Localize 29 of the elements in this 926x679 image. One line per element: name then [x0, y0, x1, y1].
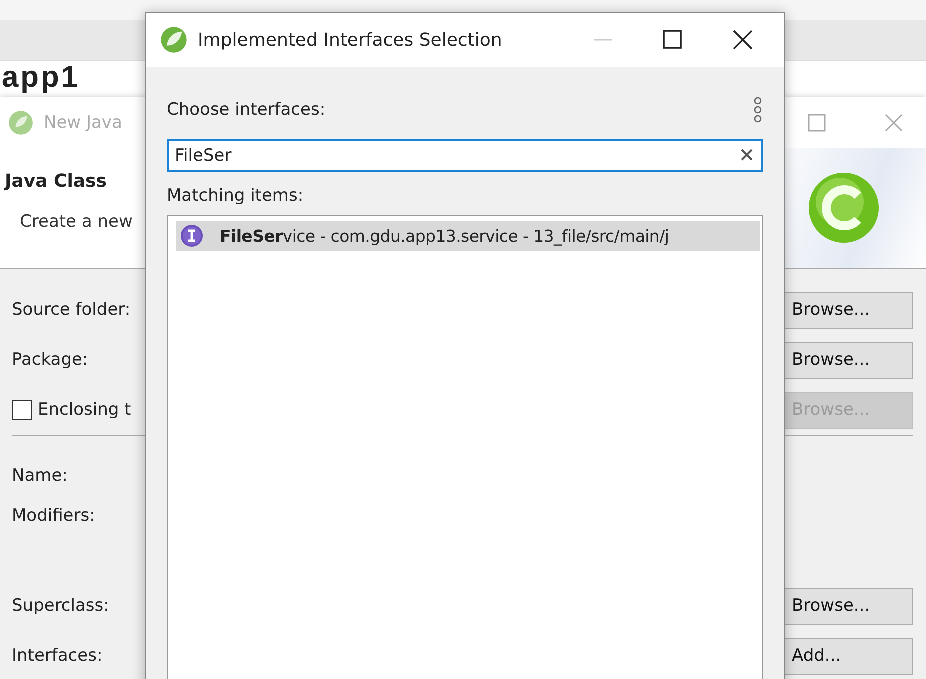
close-icon[interactable]	[732, 29, 754, 51]
list-label: Matching items:	[167, 186, 305, 206]
window-title: Implemented Interfaces Selection	[198, 30, 502, 50]
field-label: Name:	[12, 466, 68, 486]
list-item[interactable]: FileService - com.gdu.app13.service - 13_file/src/main/j	[176, 221, 760, 251]
menu-icon[interactable]	[753, 97, 763, 123]
browse-button[interactable]: Add...	[783, 638, 913, 674]
browse-button[interactable]: Browse...	[783, 588, 913, 624]
leaf-icon	[8, 110, 34, 136]
browse-button[interactable]: Browse...	[783, 292, 913, 328]
window-title: New Java	[44, 112, 122, 132]
clear-icon[interactable]	[741, 149, 753, 161]
field-label: Modifiers:	[12, 506, 96, 526]
field-label: Source folder:	[12, 300, 131, 320]
field-label: Package:	[12, 350, 88, 370]
interface-icon	[180, 224, 204, 248]
checkbox[interactable]	[12, 400, 32, 420]
class-icon	[806, 170, 882, 246]
leaf-icon	[160, 26, 188, 54]
checkbox-label: Enclosing t	[38, 400, 132, 420]
field-label: Interfaces:	[12, 646, 103, 666]
maximize-icon[interactable]	[662, 29, 684, 51]
prompt-label: Choose interfaces:	[167, 100, 326, 120]
browse-button[interactable]: Browse...	[783, 342, 913, 378]
editor-heading: app1	[2, 63, 80, 93]
page-description: Create a new	[19, 212, 133, 232]
page-title: Java Class	[5, 170, 108, 192]
field-label: Superclass:	[12, 596, 110, 616]
search-field[interactable]: FileSer	[167, 139, 763, 172]
